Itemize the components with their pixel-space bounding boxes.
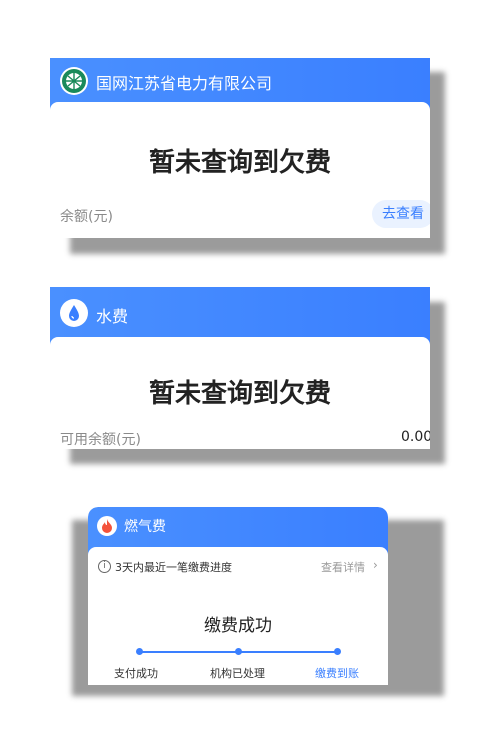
gas-payment-status: 缴费成功	[204, 616, 272, 636]
progress-step-1-label: 支付成功	[114, 667, 158, 680]
progress-step-1-dot	[136, 648, 143, 655]
water-drop-icon	[60, 299, 88, 327]
state-grid-logo-icon	[60, 67, 88, 95]
gas-notice-row[interactable]: i 3天内最近一笔缴费进度 查看详情 ›	[98, 558, 380, 577]
view-bill-button[interactable]: 去查看	[372, 200, 430, 228]
electric-balance-label: 余额(元)	[60, 209, 113, 225]
progress-step-2-dot	[235, 648, 242, 655]
gas-title: 燃气费	[124, 519, 166, 535]
water-card: 水费 暂未查询到欠费 可用余额(元) 0.00	[50, 287, 430, 449]
chevron-right-icon: ›	[373, 558, 378, 572]
progress-step-3-dot	[334, 648, 341, 655]
electric-status: 暂未查询到欠费	[148, 148, 331, 178]
progress-step-2-label: 机构已处理	[210, 667, 265, 680]
electric-company-name: 国网江苏省电力有限公司	[96, 74, 273, 93]
water-title: 水费	[96, 307, 129, 326]
gas-notice-text: 3天内最近一笔缴费进度	[115, 561, 232, 574]
view-details-link[interactable]: 查看详情	[321, 559, 365, 575]
water-balance-label: 可用余额(元)	[60, 432, 141, 448]
water-status: 暂未查询到欠费	[148, 379, 331, 409]
electric-card: 国网江苏省电力有限公司 暂未查询到欠费 余额(元) 去查看	[50, 58, 430, 238]
gas-flame-icon	[97, 516, 117, 536]
progress-step-3-label: 缴费到账	[315, 667, 359, 680]
water-balance-value: 0.00	[401, 429, 430, 445]
info-icon: i	[98, 560, 111, 573]
gas-card: 燃气费 i 3天内最近一笔缴费进度 查看详情 › 缴费成功 支付成功 机构已处理…	[88, 507, 388, 685]
